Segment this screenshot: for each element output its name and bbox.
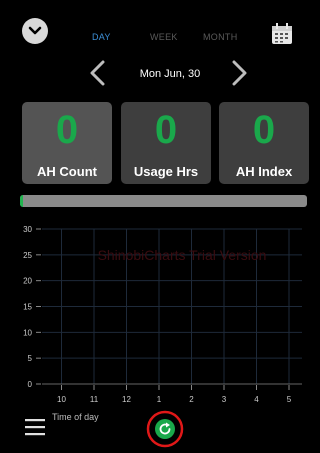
stat-label: AH Index [235, 164, 293, 179]
chevron-right-icon [232, 60, 247, 86]
x-axis-label: Time of day [52, 412, 99, 422]
date-label: Mon Jun, 30 [139, 68, 201, 80]
refresh-icon [146, 410, 184, 448]
x-tick-label: 4 [254, 395, 259, 404]
stat-card-ah-count[interactable]: 0 AH Count [22, 102, 112, 184]
chevron-left-icon [90, 60, 105, 86]
x-tick-label: 10 [57, 395, 66, 404]
calendar-button[interactable] [271, 23, 293, 45]
stat-label: AH Count [37, 164, 97, 179]
y-tick-label: 30 [23, 225, 32, 234]
y-tick-label: 20 [23, 277, 32, 286]
y-tick-label: 5 [28, 354, 33, 363]
tab-month[interactable]: MONTH [203, 32, 238, 42]
y-tick-label: 0 [28, 380, 33, 389]
stat-value: 0 [55, 108, 79, 152]
collapse-button[interactable] [22, 18, 48, 44]
x-tick-label: 3 [222, 395, 227, 404]
chevron-down-icon [28, 26, 42, 35]
calendar-icon [272, 23, 292, 44]
usage-chart: ShinobiCharts Trial Version 051015202530… [23, 225, 302, 422]
menu-button[interactable] [25, 418, 45, 436]
x-tick-label: 5 [287, 395, 292, 404]
tab-week[interactable]: WEEK [150, 32, 178, 42]
stat-value: 0 [252, 108, 276, 152]
chart-watermark: ShinobiCharts Trial Version [98, 247, 267, 263]
x-tick-label: 11 [90, 395, 99, 404]
y-tick-label: 25 [23, 251, 32, 260]
stat-value: 0 [154, 108, 178, 152]
x-tick-label: 2 [189, 395, 194, 404]
stat-card-ah-index[interactable]: 0 AH Index [219, 102, 309, 184]
tab-day[interactable]: DAY [92, 32, 111, 42]
previous-date-button[interactable] [88, 60, 108, 91]
stat-label: Usage Hrs [133, 164, 199, 179]
progress-fill [20, 195, 23, 207]
next-date-button[interactable] [229, 60, 249, 91]
stat-card-usage-hrs[interactable]: 0 Usage Hrs [121, 102, 211, 184]
x-tick-label: 1 [157, 395, 162, 404]
hamburger-icon [25, 419, 45, 436]
refresh-button[interactable] [146, 410, 184, 448]
y-tick-label: 15 [23, 303, 32, 312]
usage-progress-bar [20, 195, 307, 207]
y-tick-label: 10 [23, 328, 32, 337]
x-tick-label: 12 [122, 395, 131, 404]
